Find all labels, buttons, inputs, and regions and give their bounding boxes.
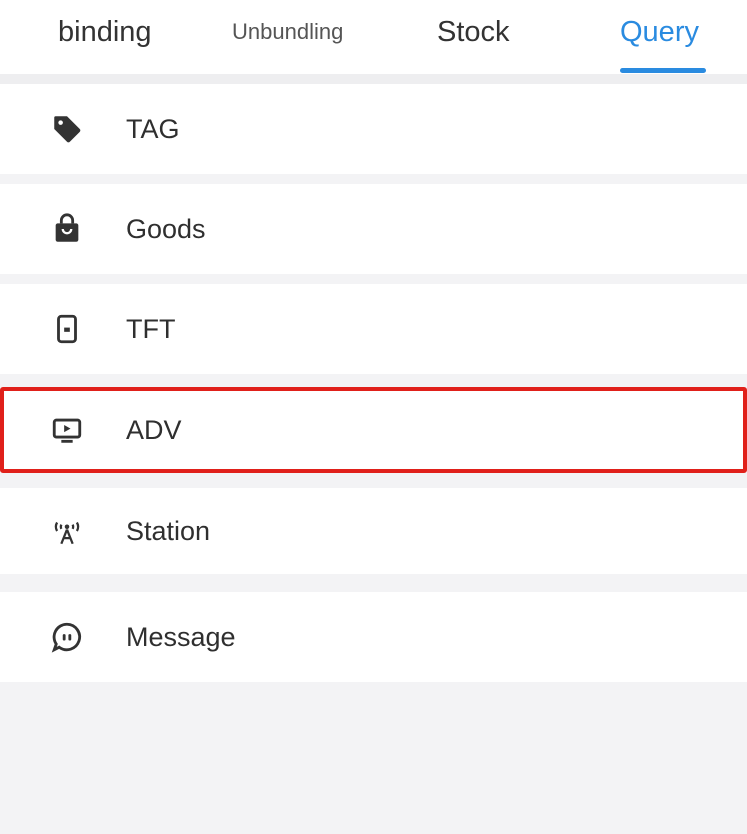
- menu-item-label: Message: [126, 622, 236, 652]
- tab-stock[interactable]: Stock: [437, 0, 510, 74]
- tablet-icon: [57, 314, 77, 344]
- menu-item-label: Station: [126, 516, 211, 546]
- menu-item-message[interactable]: Message: [0, 592, 747, 682]
- tab-query[interactable]: Query: [620, 0, 699, 74]
- active-tab-indicator: [620, 68, 706, 73]
- menu-item-label: Goods: [126, 214, 206, 244]
- tab-unbundling[interactable]: Unbundling: [232, 0, 343, 74]
- menu-item-tft[interactable]: TFT: [0, 284, 747, 374]
- tab-divider: [0, 74, 747, 84]
- tab-bar: binding Unbundling Stock Query: [0, 0, 747, 74]
- menu-item-label: ADV: [126, 415, 182, 445]
- menu-item-label: TFT: [126, 314, 176, 344]
- menu-item-label: TAG: [126, 114, 180, 144]
- antenna-icon: [54, 521, 80, 545]
- menu-item-tag[interactable]: TAG: [0, 84, 747, 174]
- chat-bubble-icon: [51, 622, 82, 653]
- menu-item-goods[interactable]: Goods: [0, 184, 747, 274]
- menu-item-adv[interactable]: ADV: [0, 387, 747, 473]
- menu-item-station[interactable]: Station: [0, 488, 747, 574]
- tab-binding[interactable]: binding: [58, 0, 152, 74]
- shopping-bag-icon: [55, 213, 79, 242]
- tag-icon: [54, 116, 81, 143]
- video-screen-icon: [52, 418, 82, 443]
